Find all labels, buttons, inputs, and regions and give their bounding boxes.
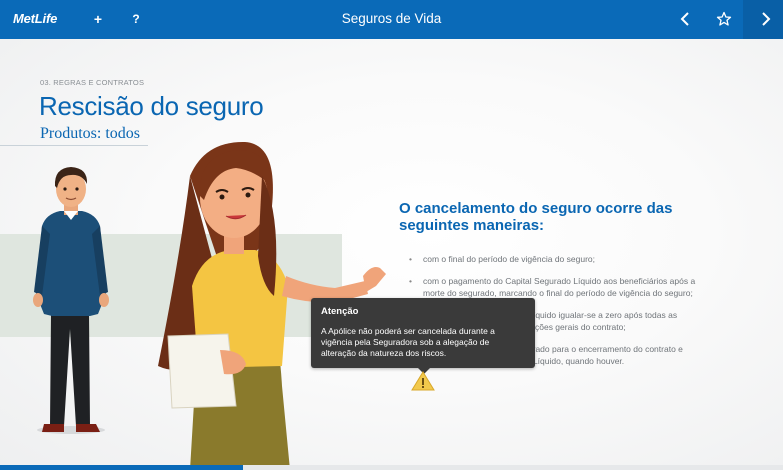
- slide-subtitle: Produtos: todos: [40, 125, 141, 142]
- slide-stage: 03. REGRAS E CONTRATOS Rescisão do segur…: [0, 39, 783, 470]
- chevron-right-icon: [762, 12, 771, 26]
- man-illustration: [33, 167, 109, 434]
- top-bar: MetLife + ? Seguros de Vida: [0, 0, 783, 39]
- star-icon[interactable]: [714, 9, 734, 29]
- slide-title: Rescisão do seguro: [39, 91, 264, 121]
- progress-bar: [0, 465, 243, 470]
- section-label: 03. REGRAS E CONTRATOS: [40, 78, 145, 87]
- next-button[interactable]: [743, 0, 783, 39]
- list-item: com o final do período de vigência do se…: [409, 253, 709, 266]
- tooltip-title: Atenção: [321, 306, 359, 317]
- page-title: Seguros de Vida: [341, 11, 442, 26]
- chevron-left-icon[interactable]: [676, 9, 696, 29]
- main-headline: O cancelamento do seguro ocorre das segu…: [399, 200, 673, 234]
- subtitle-divider: [0, 145, 148, 146]
- warning-icon[interactable]: [411, 371, 435, 391]
- list-item: com o pagamento do Capital Segurado Líqu…: [409, 275, 709, 300]
- attention-tooltip: Atenção A Apólice não poderá ser cancela…: [311, 298, 535, 368]
- tooltip-body: A Apólice não poderá ser cancelada duran…: [321, 326, 495, 358]
- progress-track: [240, 465, 783, 470]
